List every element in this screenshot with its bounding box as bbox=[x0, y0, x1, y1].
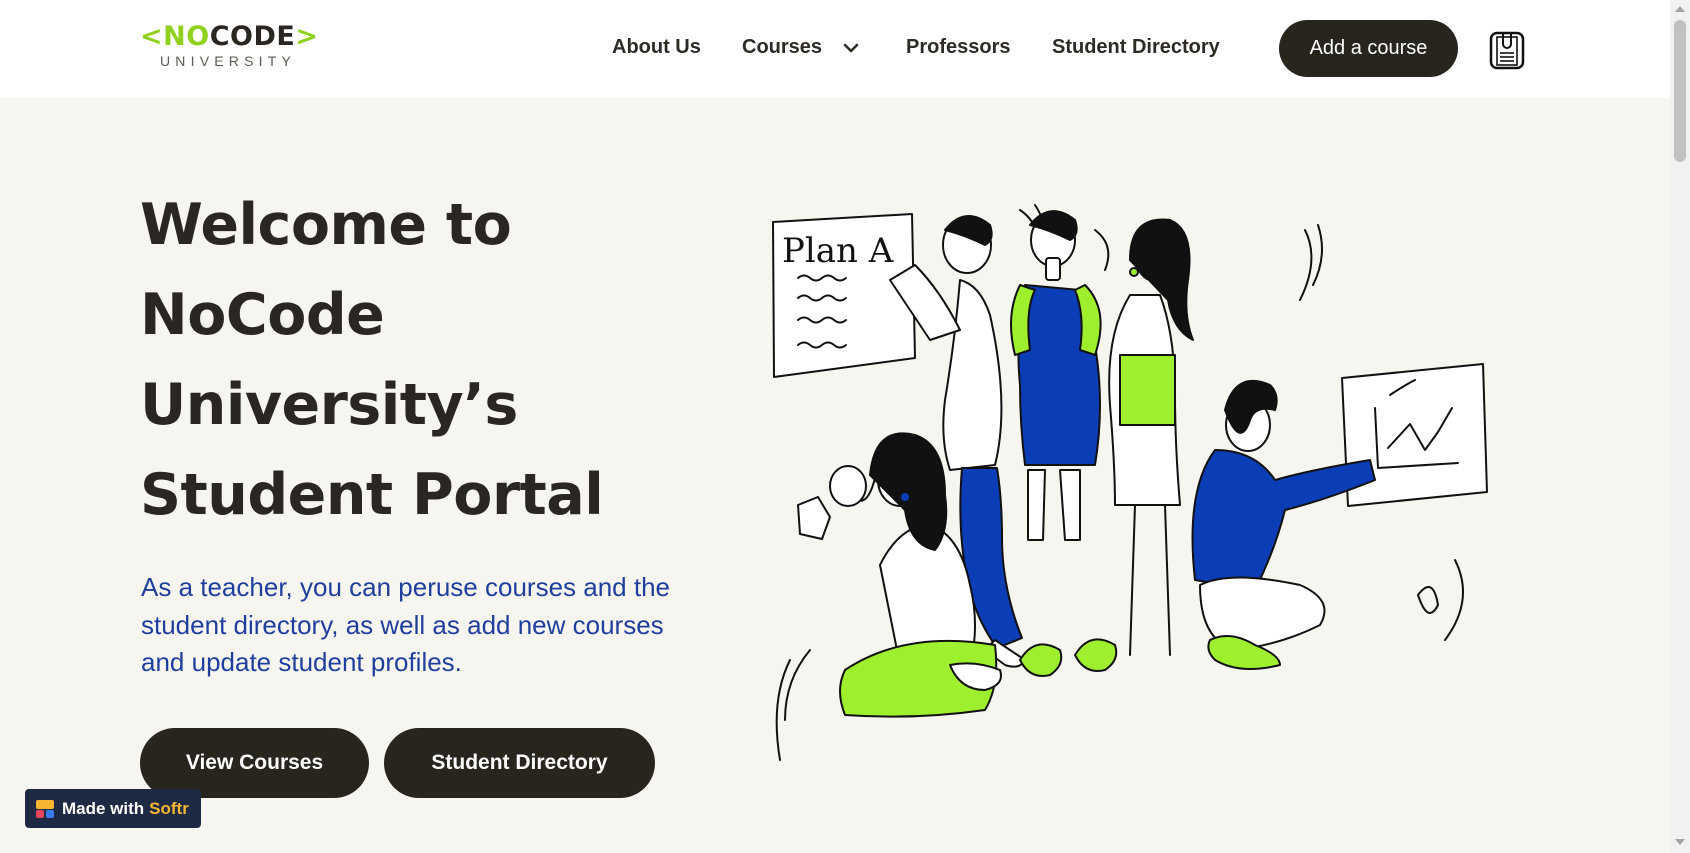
hero-subtitle: As a teacher, you can peruse courses and… bbox=[141, 572, 671, 677]
hero-title-line: University’s bbox=[140, 372, 518, 438]
hero-title-line: Welcome to bbox=[140, 192, 512, 258]
logo-wordmark: <NOCODE> bbox=[140, 21, 319, 52]
view-courses-button[interactable]: View Courses bbox=[140, 728, 369, 798]
nocode-university-logo[interactable]: <NOCODE> UNIVERSITY bbox=[140, 21, 319, 74]
student-directory-button[interactable]: Student Directory bbox=[384, 728, 655, 798]
softr-logo-icon bbox=[36, 799, 54, 818]
hero-title-line: Student Portal bbox=[140, 462, 604, 528]
scrollbar-thumb[interactable] bbox=[1674, 20, 1686, 162]
clipboard-icon[interactable] bbox=[1487, 28, 1527, 70]
scroll-up-arrow-icon[interactable] bbox=[1675, 6, 1685, 12]
top-nav-bar: <NOCODE> UNIVERSITY About Us Courses Pro… bbox=[0, 0, 1670, 98]
badge-label: Made with bbox=[62, 798, 145, 818]
hero-title: Welcome to NoCode University’s Student P… bbox=[140, 180, 700, 540]
nav-professors[interactable]: Professors bbox=[906, 36, 1011, 59]
chevron-down-icon[interactable] bbox=[839, 36, 863, 60]
nav-about-us[interactable]: About Us bbox=[612, 36, 701, 59]
logo-subtitle: UNIVERSITY bbox=[160, 53, 297, 69]
plan-a-text: Plan A bbox=[782, 231, 894, 271]
nav-student-directory[interactable]: Student Directory bbox=[1052, 36, 1220, 59]
made-with-softr-badge[interactable]: Made with Softr bbox=[25, 789, 201, 828]
vertical-scrollbar[interactable] bbox=[1670, 0, 1690, 853]
page: <NOCODE> UNIVERSITY About Us Courses Pro… bbox=[0, 0, 1670, 853]
students-illustration: Plan A bbox=[772, 204, 1488, 761]
scroll-down-arrow-icon[interactable] bbox=[1675, 839, 1685, 845]
hero-title-line: NoCode bbox=[140, 282, 385, 348]
badge-brand: Softr bbox=[149, 798, 189, 818]
nav-courses[interactable]: Courses bbox=[742, 36, 822, 59]
add-course-button[interactable]: Add a course bbox=[1279, 20, 1458, 77]
